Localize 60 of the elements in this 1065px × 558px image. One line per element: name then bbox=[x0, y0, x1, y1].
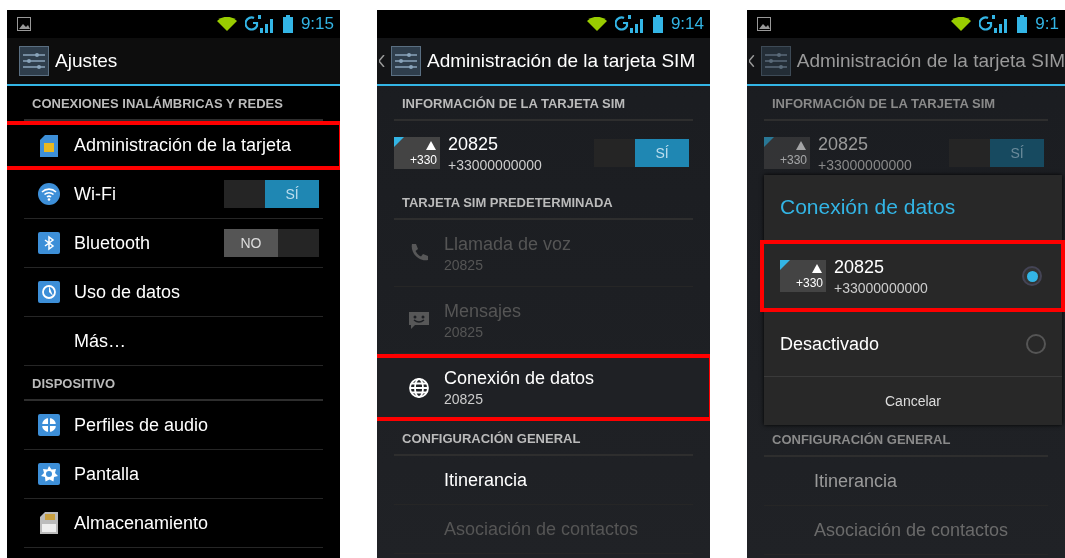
sim-badge: +330 bbox=[764, 137, 810, 169]
settings-item[interactable]: Conexión de datos 20825 bbox=[377, 354, 710, 421]
wifi-icon bbox=[38, 183, 60, 205]
section-header: CONFIGURACIÓN GENERAL bbox=[394, 421, 693, 456]
dialog-title: Conexión de datos bbox=[779, 194, 957, 220]
wifi-signal-icon bbox=[216, 17, 237, 31]
radio-button[interactable] bbox=[1026, 334, 1046, 354]
settings-icon[interactable] bbox=[760, 46, 791, 76]
image-icon bbox=[757, 17, 771, 31]
sim-badge: +330 bbox=[394, 137, 440, 169]
screen-title: Administración de la tarjeta SIM bbox=[427, 50, 696, 72]
dialog-option[interactable]: Desactivado bbox=[764, 312, 1062, 377]
settings-icon[interactable] bbox=[391, 46, 421, 76]
audio-profiles-icon bbox=[38, 414, 60, 436]
dialog-option[interactable]: +330 20825 +33000000000 bbox=[760, 240, 1065, 312]
settings-item[interactable]: Administración de la tarjeta bbox=[7, 121, 340, 170]
image-icon bbox=[17, 17, 31, 31]
clock-time: 9:1 bbox=[1035, 14, 1059, 34]
battery-icon bbox=[1017, 15, 1028, 33]
battery-icon bbox=[652, 15, 663, 33]
section-header: INFORMACIÓN DE LA TARJETA SIM bbox=[394, 86, 693, 121]
wifi-signal-icon bbox=[951, 17, 972, 31]
cancel-button[interactable]: Cancelar bbox=[764, 377, 1062, 425]
settings-item[interactable]: Pantalla bbox=[24, 450, 323, 499]
section-header: INFORMACIÓN DE LA TARJETA SIM bbox=[764, 86, 1048, 121]
settings-icon[interactable] bbox=[19, 46, 49, 76]
settings-item[interactable]: Wi-Fi SÍ bbox=[24, 170, 323, 219]
back-caret-icon[interactable] bbox=[379, 55, 385, 67]
brightness-icon bbox=[38, 463, 60, 485]
toggle-switch[interactable]: NO bbox=[224, 229, 319, 257]
settings-item[interactable]: Almacenamiento bbox=[24, 499, 323, 548]
section-header: TARJETA SIM PREDETERMINADA bbox=[394, 185, 693, 220]
clock-time: 9:14 bbox=[670, 14, 704, 34]
sim-card-icon bbox=[40, 134, 58, 157]
globe-icon bbox=[408, 376, 430, 399]
sim-card-item[interactable]: +330 20825 +33000000000 SÍ bbox=[394, 121, 693, 185]
settings-item[interactable]: Perfiles de audio bbox=[24, 401, 323, 450]
screen-title: Administración de la tarjeta SIM bbox=[796, 50, 1065, 72]
sim-card-item[interactable]: +330 20825 +33000000000 SÍ bbox=[764, 121, 1048, 185]
cell-signal-icon bbox=[979, 15, 1010, 33]
radio-button[interactable] bbox=[1022, 266, 1042, 286]
settings-item[interactable]: Itinerancia bbox=[764, 457, 1048, 506]
cell-signal-icon bbox=[614, 15, 645, 33]
wifi-signal-icon bbox=[586, 17, 607, 31]
cell-signal-icon bbox=[244, 15, 275, 33]
back-caret-icon[interactable] bbox=[749, 55, 755, 67]
battery-icon bbox=[282, 15, 293, 33]
screen-title: Ajustes bbox=[55, 50, 118, 72]
bluetooth-icon bbox=[38, 232, 60, 254]
section-header: DISPOSITIVO bbox=[24, 366, 323, 401]
settings-item[interactable]: Bluetooth NO bbox=[24, 219, 323, 268]
clock-time: 9:15 bbox=[300, 14, 334, 34]
settings-item[interactable]: Más… bbox=[24, 317, 323, 366]
sd-card-icon bbox=[40, 512, 58, 534]
sim-badge: +330 bbox=[780, 260, 826, 292]
section-header: CONFIGURACIÓN GENERAL bbox=[764, 422, 1048, 457]
settings-item[interactable]: Itinerancia bbox=[394, 456, 693, 505]
settings-item[interactable]: Uso de datos bbox=[24, 268, 323, 317]
message-icon bbox=[408, 309, 430, 331]
data-usage-icon bbox=[38, 281, 60, 303]
